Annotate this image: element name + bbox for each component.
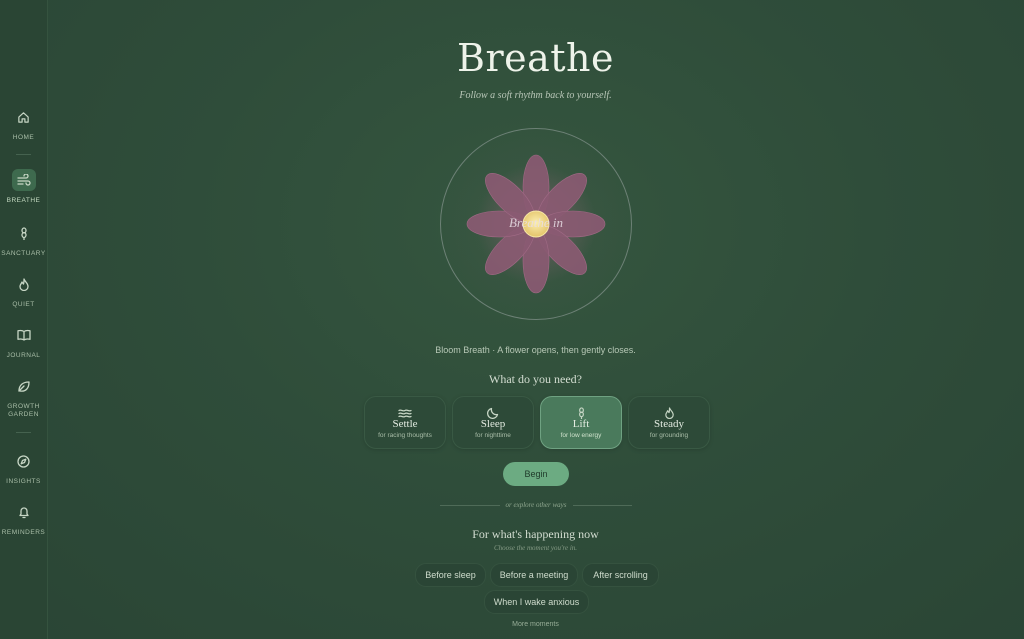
breath-flower: Breathe in xyxy=(440,128,632,320)
moment-chip-after-scrolling[interactable]: After scrolling xyxy=(582,563,659,587)
option-subtitle: for grounding xyxy=(649,432,689,439)
moment-chip-before-sleep[interactable]: Before sleep xyxy=(415,563,486,587)
option-steady[interactable]: Steady for grounding xyxy=(628,396,710,449)
sidebar-item-label: QUIET xyxy=(12,301,35,308)
lotus-icon xyxy=(576,404,587,420)
exercise-caption: Bloom Breath · A flower opens, then gent… xyxy=(435,345,636,355)
page-title: Breathe xyxy=(457,36,614,80)
sidebar-item-breathe[interactable]: BREATHE xyxy=(0,169,47,205)
option-name: Sleep xyxy=(480,418,506,430)
sidebar-item-sanctuary[interactable]: SANCTUARY xyxy=(0,222,47,258)
moon-icon xyxy=(486,404,499,420)
explore-divider: or explore other ways xyxy=(440,500,633,510)
option-subtitle: for racing thoughts xyxy=(378,432,432,439)
page-subtitle: Follow a soft rhythm back to yourself. xyxy=(459,90,612,101)
sidebar-item-insights[interactable]: INSIGHTS xyxy=(0,450,47,486)
sidebar-item-reminders[interactable]: REMINDERS xyxy=(0,501,47,537)
sidebar-item-label: GROWTH GARDEN xyxy=(7,403,40,418)
sidebar-item-label: HOME xyxy=(12,134,35,141)
begin-button[interactable]: Begin xyxy=(503,462,569,486)
bell-icon xyxy=(12,501,36,523)
happening-title: For what's happening now xyxy=(472,527,599,541)
option-subtitle: for nighttime xyxy=(475,432,511,439)
breath-phase-label: Breathe in xyxy=(508,215,564,230)
flame-icon xyxy=(12,273,36,295)
option-name: Lift xyxy=(572,418,590,430)
sidebar-item-quiet[interactable]: QUIET xyxy=(0,273,47,309)
happening-subtitle: Choose the moment you're in. xyxy=(493,544,578,552)
sidebar-item-label: REMINDERS xyxy=(1,529,46,536)
sidebar-item-growth-garden[interactable]: GROWTH GARDEN xyxy=(0,375,47,419)
sidebar-divider xyxy=(16,154,31,155)
sidebar-divider xyxy=(16,432,31,433)
lotus-icon xyxy=(12,222,36,244)
divider-line xyxy=(440,504,500,506)
sidebar-item-label: BREATHE xyxy=(6,197,41,204)
flame-icon xyxy=(664,404,675,420)
book-icon xyxy=(12,324,36,346)
option-sleep[interactable]: Sleep for nighttime xyxy=(452,396,534,449)
sidebar-item-label: SANCTUARY xyxy=(1,250,46,257)
compass-icon xyxy=(12,450,36,472)
leaf-icon xyxy=(12,375,36,397)
more-moments-link[interactable]: More moments xyxy=(47,621,1024,628)
option-settle[interactable]: Settle for racing thoughts xyxy=(364,396,446,449)
sidebar-item-journal[interactable]: JOURNAL xyxy=(0,324,47,360)
option-lift[interactable]: Lift for low energy xyxy=(540,396,622,449)
option-name: Settle xyxy=(392,418,418,430)
moment-chip-before-meeting[interactable]: Before a meeting xyxy=(490,563,578,587)
sidebar-item-home[interactable]: HOME xyxy=(0,106,47,142)
explore-label: or explore other ways xyxy=(505,501,567,509)
wind-icon xyxy=(11,169,36,191)
sidebar-item-label: JOURNAL xyxy=(6,352,41,359)
option-subtitle: for low energy xyxy=(560,432,602,439)
divider-line xyxy=(572,504,633,506)
sidebar-item-label: INSIGHTS xyxy=(6,478,41,485)
moment-chip-wake-anxious[interactable]: When I wake anxious xyxy=(484,590,589,614)
home-icon xyxy=(12,106,36,128)
waves-icon xyxy=(398,404,412,418)
option-name: Steady xyxy=(654,418,684,430)
need-question: What do you need? xyxy=(489,372,582,386)
